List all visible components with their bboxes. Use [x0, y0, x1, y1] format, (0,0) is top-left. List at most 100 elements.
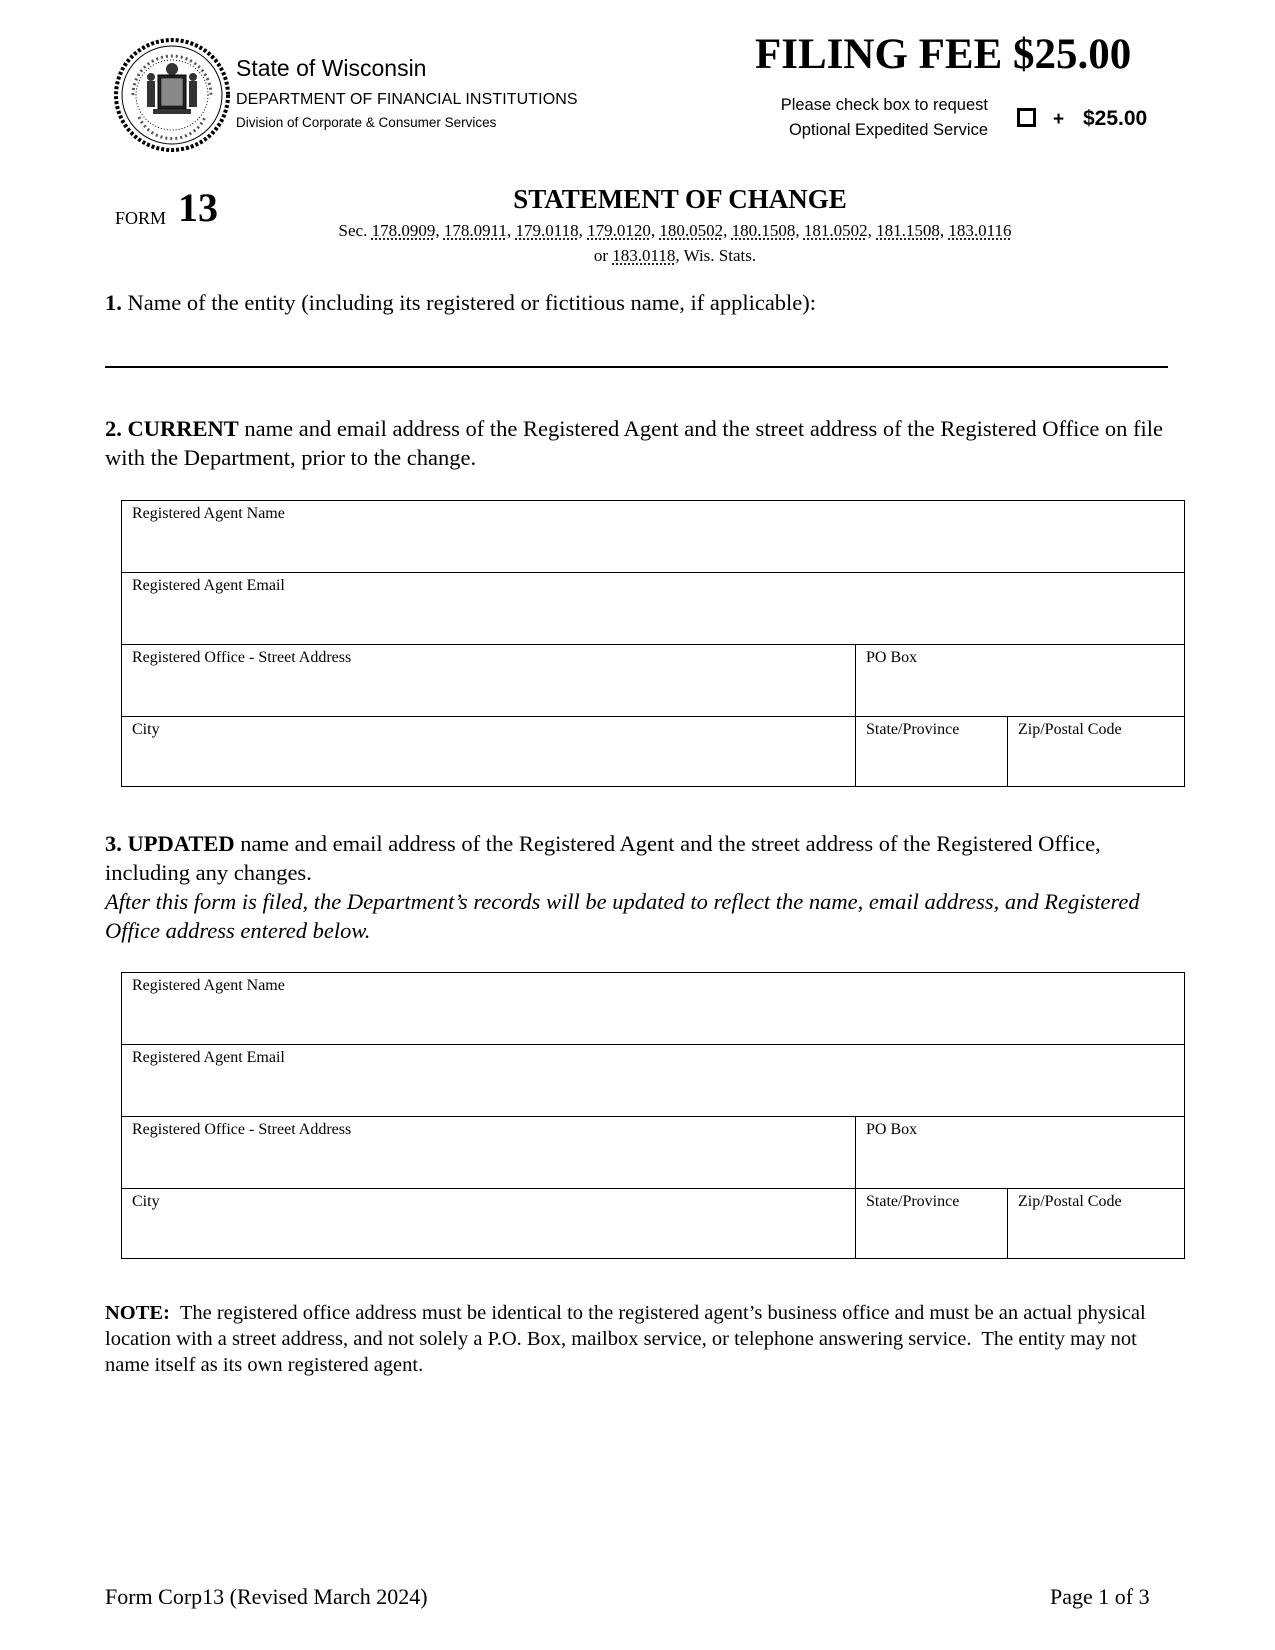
statute-line-2: or 183.0118, Wis. Stats. [200, 243, 1150, 268]
section-3-bold: UPDATED [127, 831, 235, 856]
table-row: Registered Office - Street Address PO Bo… [121, 1116, 1185, 1189]
table-row: Registered Agent Email [121, 572, 1185, 645]
statute-separator: , [867, 221, 877, 240]
updated-agent-email-input[interactable] [132, 1077, 1178, 1099]
field-label: City [132, 721, 160, 738]
statute-list: 178.0909, 178.0911, 179.0118, 179.0120, … [372, 221, 1012, 240]
statute-line-1: Sec. 178.0909, 178.0911, 179.0118, 179.0… [200, 218, 1150, 243]
note-paragraph: NOTE: The registered office address must… [105, 1300, 1185, 1378]
table-row: City State/Province Zip/Postal Code [121, 1188, 1185, 1259]
expedite-label-line1: Please check box to request [780, 96, 988, 114]
statute-link[interactable]: 178.0909 [372, 221, 436, 240]
current-street-cell: Registered Office - Street Address [121, 644, 856, 717]
form-title: STATEMENT OF CHANGE [513, 184, 847, 214]
current-agent-name-cell: Registered Agent Name [121, 500, 1185, 573]
table-row: City State/Province Zip/Postal Code [121, 716, 1185, 787]
field-label: Zip/Postal Code [1018, 1193, 1122, 1210]
statute-link[interactable]: 179.0120 [587, 221, 651, 240]
current-city-input[interactable] [132, 749, 849, 771]
current-street-input[interactable] [132, 677, 849, 699]
statute-link[interactable]: 180.0502 [659, 221, 723, 240]
current-city-cell: City [121, 716, 856, 787]
updated-agent-name-cell: Registered Agent Name [121, 972, 1185, 1045]
statute-separator: , [435, 221, 444, 240]
section-3-number: 3. [105, 831, 122, 856]
field-label: Registered Office - Street Address [132, 1121, 352, 1138]
updated-zip-input[interactable] [1018, 1221, 1178, 1243]
statute-prefix: Sec. [338, 221, 368, 240]
table-row: Registered Agent Email [121, 1044, 1185, 1117]
section-2-bold: CURRENT [127, 416, 239, 441]
section-2-prompt: 2. CURRENT name and email address of the… [105, 414, 1185, 472]
field-label: PO Box [866, 1121, 918, 1138]
statute-link[interactable]: 181.0502 [804, 221, 868, 240]
updated-state-input[interactable] [866, 1221, 1001, 1243]
table-row: Registered Office - Street Address PO Bo… [121, 644, 1185, 717]
expedite-plus-sign: + [1053, 109, 1065, 130]
current-po-box-input[interactable] [866, 677, 1178, 699]
field-label: Zip/Postal Code [1018, 721, 1122, 738]
division-name: Division of Corporate & Consumer Service… [236, 115, 497, 130]
field-label: PO Box [866, 649, 918, 666]
updated-state-cell: State/Province [855, 1188, 1008, 1259]
section-3-note: After this form is filed, the Department… [105, 889, 1140, 943]
updated-city-input[interactable] [132, 1221, 849, 1243]
note-label: NOTE: [105, 1302, 170, 1324]
entity-name-underline [105, 366, 1168, 368]
current-zip-cell: Zip/Postal Code [1007, 716, 1185, 787]
section-1-prompt: 1. Name of the entity (including its reg… [105, 288, 1185, 317]
updated-po-box-input[interactable] [866, 1149, 1178, 1171]
section-1-number: 1. [105, 290, 122, 315]
table-row: Registered Agent Name [121, 500, 1185, 573]
filing-fee-title: FILING FEE $25.00 [755, 31, 1132, 78]
updated-po-box-cell: PO Box [855, 1116, 1185, 1189]
current-agent-email-cell: Registered Agent Email [121, 572, 1185, 645]
statute-separator: , [578, 221, 588, 240]
field-label: State/Province [866, 1193, 960, 1210]
updated-agent-table: Registered Agent Name Registered Agent E… [121, 972, 1185, 1259]
entity-name-input[interactable] [105, 334, 1172, 366]
org-name: State of Wisconsin [236, 55, 427, 81]
expedite-fee: $25.00 [1083, 107, 1148, 130]
statute-link[interactable]: 181.1508 [876, 221, 940, 240]
field-label: Registered Agent Name [132, 505, 285, 522]
department-name: DEPARTMENT OF FINANCIAL INSTITUTIONS [236, 91, 578, 108]
updated-city-cell: City [121, 1188, 856, 1259]
expedite-checkbox[interactable] [1017, 108, 1036, 127]
statute-link[interactable]: 179.0118 [515, 221, 578, 240]
statute-references: Sec. 178.0909, 178.0911, 179.0118, 179.0… [200, 218, 1150, 268]
expedite-label-line2: Optional Expedited Service [788, 121, 988, 139]
current-state-input[interactable] [866, 749, 1001, 771]
footer-form-id: Form Corp13 (Revised March 2024) [105, 1584, 428, 1609]
section-2-number: 2. [105, 416, 122, 441]
updated-zip-cell: Zip/Postal Code [1007, 1188, 1185, 1259]
form-label: FORM [115, 208, 167, 228]
current-agent-email-input[interactable] [132, 605, 1178, 627]
field-label: Registered Agent Email [132, 1049, 285, 1066]
statute-link[interactable]: 183.0116 [948, 221, 1011, 240]
updated-street-input[interactable] [132, 1149, 849, 1171]
statute-suffix: , Wis. Stats. [675, 246, 757, 265]
note-text: The registered office address must be id… [105, 1302, 1151, 1376]
statute-separator: , [795, 221, 804, 240]
state-seal-icon [113, 37, 231, 153]
footer-page-number: Page 1 of 3 [1050, 1584, 1150, 1609]
field-label: Registered Agent Email [132, 577, 285, 594]
field-label: City [132, 1193, 160, 1210]
field-label: Registered Office - Street Address [132, 649, 352, 666]
section-2-text: name and email address of the Registered… [105, 416, 1164, 470]
expedite-label: Please check box to request Optional Exp… [745, 93, 988, 143]
updated-street-cell: Registered Office - Street Address [121, 1116, 856, 1189]
updated-agent-name-input[interactable] [132, 1005, 1178, 1027]
current-agent-name-input[interactable] [132, 533, 1178, 555]
current-zip-input[interactable] [1018, 749, 1178, 771]
current-state-cell: State/Province [855, 716, 1008, 787]
current-po-box-cell: PO Box [855, 644, 1185, 717]
statute-link[interactable]: 180.1508 [732, 221, 796, 240]
statute-link[interactable]: 178.0911 [444, 221, 507, 240]
section-3-text: name and email address of the Registered… [105, 831, 1101, 885]
statute-separator: , [723, 221, 732, 240]
table-row: Registered Agent Name [121, 972, 1185, 1045]
current-agent-table: Registered Agent Name Registered Agent E… [121, 500, 1185, 787]
statute-link[interactable]: 183.0118 [612, 246, 675, 265]
